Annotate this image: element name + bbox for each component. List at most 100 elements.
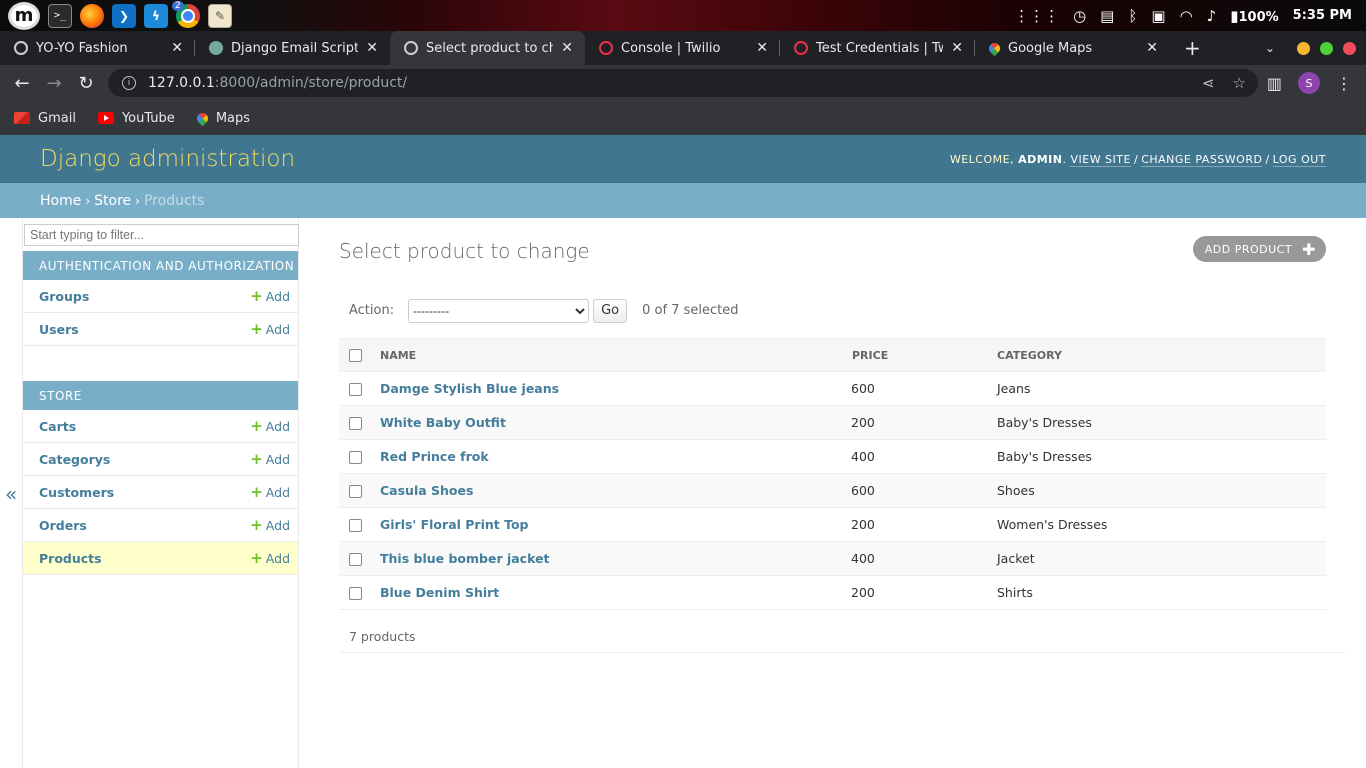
add-link[interactable]: + Add — [250, 516, 290, 534]
row-checkbox[interactable] — [349, 417, 362, 430]
action-select[interactable]: --------- — [408, 298, 590, 323]
row-checkbox[interactable] — [349, 485, 362, 498]
browser-tab[interactable]: YO-YO Fashion ✕ — [0, 31, 195, 65]
row-checkbox[interactable] — [349, 383, 362, 396]
add-label: Add — [265, 451, 290, 467]
row-select-cell — [339, 575, 380, 610]
product-link[interactable]: Red Prince frok — [380, 449, 489, 464]
product-link[interactable]: White Baby Outfit — [380, 415, 506, 430]
row-checkbox[interactable] — [349, 519, 362, 532]
go-button[interactable]: Go — [593, 298, 628, 323]
back-arrow-icon[interactable]: ← — [6, 73, 38, 94]
clipboard-icon[interactable]: ▣ — [1151, 7, 1165, 25]
breadcrumb-store[interactable]: Store — [94, 193, 131, 209]
close-tab-icon[interactable]: ✕ — [951, 40, 963, 56]
view-site-link[interactable]: View site — [1070, 152, 1131, 167]
browser-menu-icon[interactable]: ⋮ — [1336, 74, 1352, 93]
tab-search-chevron-icon[interactable]: ⌄ — [1265, 41, 1275, 55]
column-header-price[interactable]: Price — [851, 338, 997, 372]
add-product-button[interactable]: Add product ✚ — [1192, 236, 1326, 262]
breadcrumb-home[interactable]: Home — [40, 193, 81, 209]
sidebar-item-label[interactable]: Users — [39, 322, 79, 337]
separator: / — [1133, 152, 1139, 166]
product-link[interactable]: This blue bomber jacket — [380, 551, 550, 566]
bluetooth-icon[interactable]: ᛒ — [1128, 7, 1137, 25]
mint-menu-icon[interactable]: m — [8, 1, 40, 30]
column-header-category[interactable]: Category — [997, 338, 1326, 372]
clock-time[interactable]: 5:35 PM — [1293, 8, 1352, 23]
apps-grid-icon[interactable]: ⋮⋮⋮ — [1014, 7, 1059, 25]
side-panel-icon[interactable]: ▥ — [1267, 74, 1282, 93]
lightning-app-icon[interactable]: ϟ — [144, 3, 168, 28]
maximize-window-button[interactable] — [1320, 41, 1333, 55]
new-tab-button[interactable]: + — [1170, 31, 1215, 65]
change-password-link[interactable]: Change password — [1141, 152, 1263, 167]
column-header-name[interactable]: Name — [380, 338, 851, 372]
bookmark-star-icon[interactable]: ☆ — [1233, 74, 1246, 92]
product-link[interactable]: Girls' Floral Print Top — [380, 517, 529, 532]
music-note-icon[interactable]: ♪ — [1207, 7, 1217, 25]
module-caption-auth[interactable]: Authentication and Authorization — [23, 251, 298, 280]
toggle-nav-sidebar-button[interactable]: « — [5, 482, 17, 506]
browser-tab[interactable]: Google Maps ✕ — [975, 31, 1170, 65]
clock-icon[interactable]: ◷ — [1073, 7, 1086, 25]
firefox-icon[interactable] — [80, 3, 104, 28]
notes-icon[interactable]: ✎ — [208, 3, 232, 28]
module-caption-store[interactable]: Store — [23, 381, 298, 410]
product-link[interactable]: Blue Denim Shirt — [380, 585, 499, 600]
url-path: :8000/admin/store/product/ — [214, 75, 408, 91]
wifi-icon[interactable]: ◠ — [1180, 7, 1193, 25]
select-all-checkbox[interactable] — [349, 348, 362, 362]
browser-tab-active[interactable]: Select product to change ✕ — [390, 31, 585, 65]
add-link[interactable]: + Add — [250, 483, 290, 501]
nav-filter-input[interactable] — [24, 224, 299, 246]
close-tab-icon[interactable]: ✕ — [1146, 40, 1158, 56]
add-link[interactable]: + Add — [250, 417, 290, 435]
reload-icon[interactable]: ↻ — [70, 73, 102, 94]
battery-indicator[interactable]: ▮100% — [1230, 7, 1278, 25]
minimize-window-button[interactable] — [1297, 41, 1310, 55]
site-info-icon[interactable]: i — [122, 76, 136, 90]
product-price: 600 — [851, 473, 997, 508]
forward-arrow-icon[interactable]: → — [38, 73, 70, 94]
close-window-button[interactable] — [1343, 41, 1356, 55]
profile-avatar[interactable]: S — [1298, 72, 1320, 94]
browser-tab[interactable]: Test Credentials | Twilio ✕ — [780, 31, 975, 65]
row-checkbox[interactable] — [349, 451, 362, 464]
row-checkbox[interactable] — [349, 587, 362, 600]
sidebar-item-orders: Orders + Add — [23, 509, 298, 542]
terminal-icon[interactable]: >_ — [48, 3, 72, 28]
close-tab-icon[interactable]: ✕ — [171, 40, 183, 56]
sidebar-item-label[interactable]: Orders — [39, 518, 87, 533]
add-link[interactable]: + Add — [250, 450, 290, 468]
address-bar[interactable]: i 127.0.0.1:8000/admin/store/product/ ⋖ … — [108, 69, 1258, 97]
add-link[interactable]: + Add — [250, 549, 290, 567]
row-checkbox[interactable] — [349, 553, 362, 566]
sidebar-item-label[interactable]: Categorys — [39, 452, 110, 467]
log-out-link[interactable]: Log out — [1272, 152, 1326, 167]
share-icon[interactable]: ⋖ — [1202, 74, 1215, 92]
chrome-icon[interactable]: 2 — [172, 0, 200, 28]
close-tab-icon[interactable]: ✕ — [366, 40, 378, 56]
browser-tab[interactable]: Django Email Script ✕ — [195, 31, 390, 65]
sidebar-item-customers: Customers + Add — [23, 476, 298, 509]
clapper-icon[interactable]: ▤ — [1100, 7, 1114, 25]
browser-tab[interactable]: Console | Twilio ✕ — [585, 31, 780, 65]
add-link[interactable]: + Add — [250, 320, 290, 338]
vscode-icon[interactable]: ❯ — [112, 3, 136, 28]
bookmark-label: Maps — [215, 110, 251, 126]
bookmark-youtube[interactable]: YouTube — [97, 111, 175, 126]
sidebar-item-label[interactable]: Carts — [39, 419, 76, 434]
sidebar-item-label[interactable]: Products — [39, 551, 102, 566]
bookmark-gmail[interactable]: Gmail — [14, 111, 76, 126]
sidebar-item-label[interactable]: Customers — [39, 485, 114, 500]
close-tab-icon[interactable]: ✕ — [561, 40, 573, 56]
sidebar-item-label[interactable]: Groups — [39, 289, 89, 304]
bookmark-maps[interactable]: Maps — [194, 110, 251, 126]
close-tab-icon[interactable]: ✕ — [756, 40, 768, 56]
site-branding[interactable]: Django administration — [40, 146, 295, 172]
add-link[interactable]: + Add — [250, 287, 290, 305]
product-link[interactable]: Casula Shoes — [380, 483, 473, 498]
battery-percent: 100% — [1238, 9, 1279, 25]
product-link[interactable]: Damge Stylish Blue jeans — [380, 381, 559, 396]
